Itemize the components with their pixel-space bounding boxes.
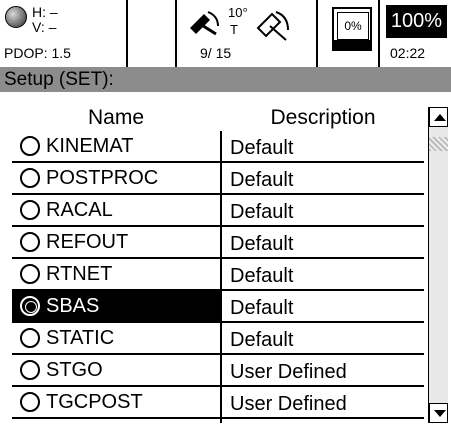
table-row-selected[interactable]: SBAS Default — [12, 291, 424, 323]
radio-button[interactable] — [20, 200, 40, 220]
h-precision: H: – — [32, 4, 58, 20]
row-name: KINEMAT — [46, 135, 134, 157]
row-description: User Defined — [230, 361, 347, 383]
column-header-name[interactable]: Name — [12, 107, 220, 129]
elevation-mask: 10° — [228, 5, 248, 20]
radio-button[interactable] — [20, 168, 40, 188]
floppy-disk-icon: 0% — [332, 7, 372, 51]
down-arrow-icon — [434, 410, 446, 417]
up-arrow-icon — [434, 114, 446, 121]
row-name: STGO — [46, 359, 103, 381]
scroll-down-button[interactable] — [429, 403, 448, 423]
row-name: STATIC — [46, 327, 115, 349]
radio-button[interactable] — [20, 232, 40, 252]
tracking-mode: T — [230, 22, 238, 37]
row-description: Default — [230, 169, 294, 191]
row-description: Default — [230, 265, 294, 287]
radio-button[interactable] — [20, 264, 40, 284]
satellite-count: 9/ 15 — [200, 45, 232, 61]
satellite-outline-icon — [256, 11, 289, 41]
row-description: Default — [230, 233, 294, 255]
row-name: SBAS — [46, 295, 100, 317]
row-description: User Defined — [230, 393, 347, 415]
radio-button-selected[interactable] — [20, 296, 40, 316]
row-name: POSTPROC — [46, 167, 159, 189]
table-row[interactable]: TGCPOST User Defined — [12, 387, 424, 419]
table-row[interactable]: KINEMAT Default — [12, 131, 424, 163]
radio-button[interactable] — [20, 392, 40, 412]
radio-button[interactable] — [20, 360, 40, 380]
table-header: Name Description — [0, 107, 424, 129]
row-description: Default — [230, 297, 294, 319]
pdop-value: PDOP: 1.5 — [4, 45, 71, 61]
row-name: TGCPOST — [46, 391, 143, 413]
battery-level: 100% — [386, 5, 447, 38]
table-row[interactable]: REFOUT Default — [12, 227, 424, 259]
table-row[interactable]: STGO User Defined — [12, 355, 424, 387]
table-row[interactable]: RACAL Default — [12, 195, 424, 227]
row-name: REFOUT — [46, 231, 129, 253]
radio-button[interactable] — [20, 328, 40, 348]
v-precision: V: – — [32, 19, 57, 35]
column-header-description[interactable]: Description — [222, 107, 424, 129]
clock-time: 02:22 — [390, 45, 426, 61]
row-name: RACAL — [46, 199, 113, 221]
memory-usage: 0% — [337, 12, 369, 40]
table-row[interactable]: RTNET Default — [12, 259, 424, 291]
row-description: Default — [230, 137, 294, 159]
globe-icon — [5, 6, 27, 28]
page-title: Setup (SET): — [0, 67, 451, 92]
row-description: Default — [230, 329, 294, 351]
scroll-up-button[interactable] — [429, 107, 448, 127]
setup-table: KINEMAT Default POSTPROC Default RACAL D… — [12, 131, 424, 423]
row-name: RTNET — [46, 263, 113, 285]
scrollbar[interactable] — [428, 107, 448, 423]
row-description: Default — [230, 201, 294, 223]
status-bar: H: – V: – PDOP: 1.5 10° T 9/ 15 0% 100% … — [0, 0, 451, 67]
table-row[interactable]: STATIC Default — [12, 323, 424, 355]
radio-button[interactable] — [20, 136, 40, 156]
table-row[interactable]: POSTPROC Default — [12, 163, 424, 195]
satellite-dish-icon — [190, 11, 219, 36]
scroll-thumb[interactable] — [429, 137, 448, 151]
